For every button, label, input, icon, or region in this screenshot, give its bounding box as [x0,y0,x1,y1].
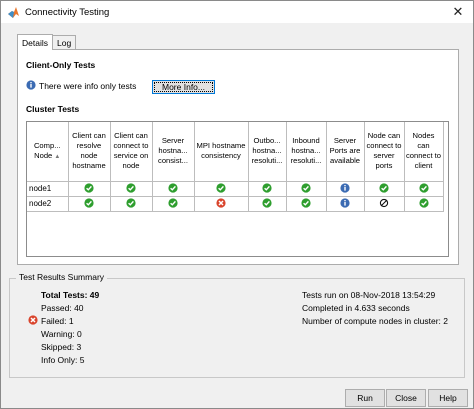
info-icon [26,80,36,92]
check-circle-icon [168,197,178,210]
check-circle-icon [126,182,136,195]
window-close-button[interactable]: ✕ [443,1,473,23]
matlab-logo-icon [8,6,19,18]
result-cell [193,180,249,197]
column-header-compute-node[interactable]: Comp... Node ▲ [27,122,69,182]
info-icon [340,197,350,210]
summary-warning: Warning: 0 [41,329,82,339]
column-header-mpi-hostname[interactable]: MPI hostname consistency [193,122,249,182]
result-cell [151,195,195,212]
check-circle-icon [301,182,311,195]
run-button[interactable]: Run [345,389,385,407]
result-cell [247,180,287,197]
more-info-button[interactable]: More Info... [152,80,215,94]
client-only-tests-title: Client-Only Tests [26,60,96,70]
result-cell [403,180,444,197]
column-header-nodes-connect-client[interactable]: Nodes can connect to client [403,122,444,182]
result-cell [285,195,327,212]
tab-log[interactable]: Log [51,35,77,50]
result-cell [285,180,327,197]
node-name-cell: node1 [27,180,69,197]
table-row[interactable]: node1 [27,180,444,197]
cluster-tests-table: Comp... Node ▲ Client can resolve node h… [26,121,449,257]
column-header-server-ports[interactable]: Server Ports are available [325,122,365,182]
check-circle-icon [216,182,226,195]
result-cell [325,195,365,212]
check-circle-icon [262,182,272,195]
result-cell [151,180,195,197]
result-cell [363,195,405,212]
summary-info-only: Info Only: 5 [41,355,85,365]
summary-skipped: Skipped: 3 [41,342,82,352]
result-cell [403,195,444,212]
close-button[interactable]: Close [386,389,426,407]
table-header-row: Comp... Node ▲ Client can resolve node h… [27,122,444,182]
table-row[interactable]: node2 [27,195,444,212]
connectivity-testing-window: Connectivity Testing ✕ Details Log Clien… [0,0,474,409]
column-header-inbound-hostname[interactable]: Inbound hostna... resoluti... [285,122,327,182]
check-circle-icon [301,197,311,210]
check-circle-icon [84,197,94,210]
column-header-client-resolve[interactable]: Client can resolve node hostname [67,122,111,182]
info-icon [340,182,350,195]
tab-details[interactable]: Details [17,34,53,50]
result-cell [247,195,287,212]
cluster-tests-title: Cluster Tests [26,104,80,114]
result-cell [109,195,153,212]
summary-node-count: Number of compute nodes in cluster: 2 [302,316,448,326]
client-info-message: There were info only tests [26,80,136,92]
summary-failed: Failed: 1 [41,316,74,326]
result-cell [193,195,249,212]
summary-completed-time: Completed in 4.633 seconds [302,303,410,313]
check-circle-icon [84,182,94,195]
error-circle-icon [216,197,226,210]
client-info-text: There were info only tests [39,81,137,91]
summary-passed: Passed: 40 [41,303,84,313]
summary-run-timestamp: Tests run on 08-Nov-2018 13:54:29 [302,290,436,300]
column-header-client-connect[interactable]: Client can connect to service on node [109,122,153,182]
result-cell [67,180,111,197]
result-cell [363,180,405,197]
check-circle-icon [418,197,429,210]
check-circle-icon [418,182,429,195]
title-bar: Connectivity Testing ✕ [1,1,473,23]
result-cell [325,180,365,197]
summary-title: Test Results Summary [16,272,108,282]
help-button[interactable]: Help [428,389,468,407]
summary-total-tests: Total Tests: 49 [41,290,100,300]
failed-icon [28,315,38,327]
check-circle-icon [168,182,178,195]
details-panel: Client-Only Tests There were info only t… [17,49,459,265]
result-cell [109,180,153,197]
window-title: Connectivity Testing [25,6,110,18]
column-header-node-connect-server[interactable]: Node can connect to server ports [363,122,405,182]
check-circle-icon [126,197,136,210]
skipped-icon [379,198,389,210]
column-header-server-hostname[interactable]: Server hostna... consist... [151,122,195,182]
result-cell [67,195,111,212]
column-header-outbound-hostname[interactable]: Outbo... hostna... resoluti... [247,122,287,182]
check-circle-icon [379,182,389,195]
check-circle-icon [262,197,272,210]
node-name-cell: node2 [27,195,69,212]
tab-bar: Details Log [17,34,77,50]
